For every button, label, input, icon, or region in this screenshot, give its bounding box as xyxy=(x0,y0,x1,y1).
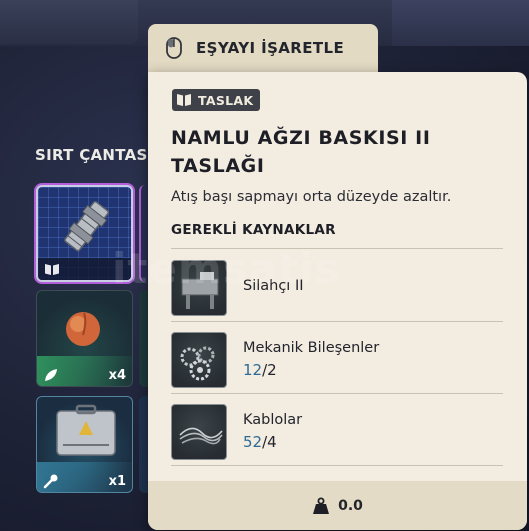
toolbox-item-icon xyxy=(56,404,116,456)
wrench-icon xyxy=(43,474,58,489)
requirements-title: GEREKLİ KAYNAKLAR xyxy=(171,222,336,238)
mouse-icon xyxy=(166,37,182,59)
divider xyxy=(171,465,503,466)
backpack-title: SIRT ÇANTASI xyxy=(35,146,154,164)
leaf-icon xyxy=(45,369,57,381)
mark-item-button[interactable]: EŞYAYI İŞARETLE xyxy=(148,24,378,72)
inventory-slot-blueprint[interactable] xyxy=(36,185,133,282)
cables-icon xyxy=(171,404,227,460)
weight-bar: 0.0 xyxy=(148,481,527,530)
mark-item-label: EŞYAYI İŞARETLE xyxy=(196,39,345,57)
workbench-icon xyxy=(171,260,227,316)
gears-icon xyxy=(171,332,227,388)
inventory-slot-toolbox[interactable]: x1 xyxy=(36,396,133,493)
book-icon xyxy=(45,264,59,275)
slot-footer: x1 xyxy=(37,470,132,492)
divider xyxy=(171,393,503,394)
weight-icon xyxy=(313,497,330,514)
divider xyxy=(171,321,503,322)
requirement-quantity: 12/2 xyxy=(243,361,277,379)
top-right-panel xyxy=(392,0,529,46)
divider xyxy=(171,248,503,249)
item-tooltip: TASLAK NAMLU AĞZI BASKISI II TASLAĞI Atı… xyxy=(148,72,527,530)
item-description: Atış başı sapmayı orta düzeyde azaltır. xyxy=(171,189,452,205)
slot-footer: x4 xyxy=(37,364,132,386)
blueprint-badge: TASLAK xyxy=(172,89,261,111)
requirement-item: Kablolar 52/4 xyxy=(171,396,503,466)
peach-item-icon xyxy=(66,312,100,346)
top-left-panel xyxy=(0,0,138,44)
blueprint-item-icon xyxy=(64,201,110,252)
requirement-item: Mekanik Bileşenler 12/2 xyxy=(171,324,503,394)
book-icon xyxy=(177,94,191,106)
slot-footer xyxy=(38,258,131,280)
requirement-item: Silahçı II xyxy=(171,252,503,322)
item-title: NAMLU AĞZI BASKISI II TASLAĞI xyxy=(171,127,431,177)
inventory-slot-peach[interactable]: x4 xyxy=(36,290,133,387)
requirement-quantity: 52/4 xyxy=(243,433,277,451)
